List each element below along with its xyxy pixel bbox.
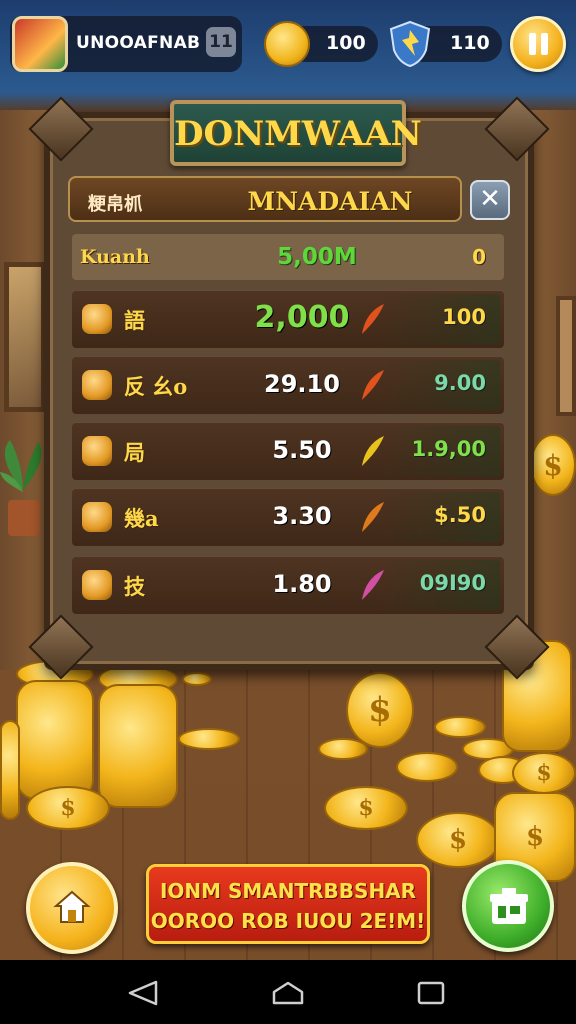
title-plate: DONMWAAN xyxy=(170,100,422,166)
item-price: 5.50 xyxy=(272,436,332,464)
system-nav-bar xyxy=(0,960,576,1024)
item-name: 局 xyxy=(124,440,145,465)
item-change: 09I90 xyxy=(419,571,486,595)
board-title: DONMWAAN xyxy=(174,114,422,154)
item-price: 2,000 xyxy=(254,300,350,335)
market-row[interactable]: 幾a 3.30 $.50 xyxy=(72,488,504,546)
feather-trend-icon xyxy=(362,304,384,334)
item-name: 反 幺о xyxy=(124,374,188,399)
potted-plant-icon xyxy=(0,440,42,536)
board-header: 粳帛枛 MNADAIAN xyxy=(68,176,462,222)
market-row[interactable]: 反 幺о 29.10 9.00 xyxy=(72,356,504,414)
item-name: 語 xyxy=(124,308,145,333)
feather-trend-icon xyxy=(362,370,384,400)
house-icon xyxy=(53,890,91,923)
item-change: 9.00 xyxy=(434,371,486,395)
item-name: 技 xyxy=(124,574,145,599)
avatar[interactable] xyxy=(12,16,68,72)
gold-amount: 100 xyxy=(326,32,366,54)
summary-row: Kuanh 5,00M 0 xyxy=(72,234,504,280)
item-change: 100 xyxy=(442,305,486,329)
shop-button[interactable] xyxy=(462,860,554,952)
player-name: UNOOAFNAB xyxy=(76,33,201,53)
promo-banner[interactable]: IONM SMANTRBBSHAR OOROO ROB IUOU 2E!M! xyxy=(146,864,430,944)
shield-gem-icon xyxy=(389,20,431,68)
feather-trend-icon xyxy=(362,570,384,600)
flower-icon xyxy=(82,570,112,600)
wall-painting-right xyxy=(556,296,576,416)
item-price: 1.80 xyxy=(272,570,332,598)
shop-icon xyxy=(490,888,528,924)
level-badge: 11 xyxy=(206,27,236,57)
market-row[interactable]: 技 1.80 09I90 xyxy=(72,556,504,614)
banner-line-2: OOROO ROB IUOU 2E!M! xyxy=(150,909,426,933)
gold-bar-icon xyxy=(82,304,112,334)
feather-trend-icon xyxy=(362,502,384,532)
market-row[interactable]: 局 5.50 1.9,00 xyxy=(72,422,504,480)
banner-line-1: IONM SMANTRBBSHAR xyxy=(159,879,417,903)
home-button[interactable] xyxy=(26,862,118,954)
gem-amount: 110 xyxy=(450,32,490,54)
pouch-icon xyxy=(82,502,112,532)
gold-coin-icon xyxy=(264,21,310,67)
pause-button[interactable] xyxy=(510,16,566,72)
summary-label: Kuanh xyxy=(80,246,150,268)
ring-icon xyxy=(82,436,112,466)
item-change: $.50 xyxy=(434,503,486,527)
item-name: 幾a xyxy=(124,506,159,531)
item-price: 29.10 xyxy=(264,370,340,398)
recent-apps-icon[interactable] xyxy=(416,980,446,1006)
market-row[interactable]: 語 2,000 100 xyxy=(72,290,504,348)
summary-extra: 0 xyxy=(472,245,486,269)
quill-icon xyxy=(82,370,112,400)
header-label: 粳帛枛 xyxy=(88,194,142,215)
back-icon[interactable] xyxy=(126,980,160,1006)
summary-value: 5,00M xyxy=(277,244,357,270)
header-title: MNADAIAN xyxy=(247,187,413,216)
item-change: 1.9,00 xyxy=(411,437,486,461)
home-nav-icon[interactable] xyxy=(270,980,306,1006)
wall-painting xyxy=(4,262,46,412)
feather-trend-icon xyxy=(362,436,384,466)
top-hud: UNOOAFNAB 11 100 110 xyxy=(0,0,576,96)
item-price: 3.30 xyxy=(272,502,332,530)
close-button[interactable]: ✕ xyxy=(470,180,510,220)
